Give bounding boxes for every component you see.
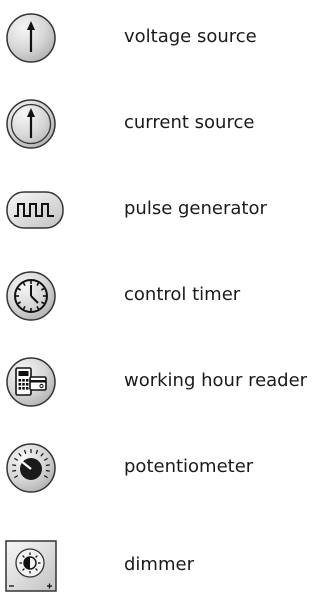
- symbol-label-dimmer: dimmer: [124, 554, 194, 575]
- symbol-row-pulse-generator: pulse generator: [0, 184, 326, 244]
- symbol-label-pulse-generator: pulse generator: [124, 198, 267, 219]
- control-timer-icon: [6, 271, 56, 321]
- symbol-row-control-timer: control timer: [0, 270, 326, 330]
- symbol-row-potentiometer: potentiometer: [0, 442, 326, 502]
- potentiometer-icon: [6, 443, 56, 493]
- dimmer-icon: [5, 540, 57, 592]
- voltage-source-icon: [6, 13, 56, 63]
- symbol-label-voltage-source: voltage source: [124, 26, 257, 47]
- symbol-label-potentiometer: potentiometer: [124, 456, 254, 477]
- symbol-row-voltage-source: voltage source: [0, 12, 326, 72]
- pulse-generator-icon: [6, 191, 64, 229]
- symbol-row-dimmer: dimmer: [0, 540, 326, 600]
- working-hour-reader-icon: [6, 357, 56, 407]
- symbol-label-control-timer: control timer: [124, 284, 241, 305]
- symbol-label-current-source: current source: [124, 112, 255, 133]
- symbol-label-working-hour-reader: working hour reader: [124, 370, 308, 391]
- symbol-row-working-hour-reader: working hour reader: [0, 356, 326, 416]
- symbol-row-current-source: current source: [0, 98, 326, 158]
- current-source-icon: [6, 99, 56, 149]
